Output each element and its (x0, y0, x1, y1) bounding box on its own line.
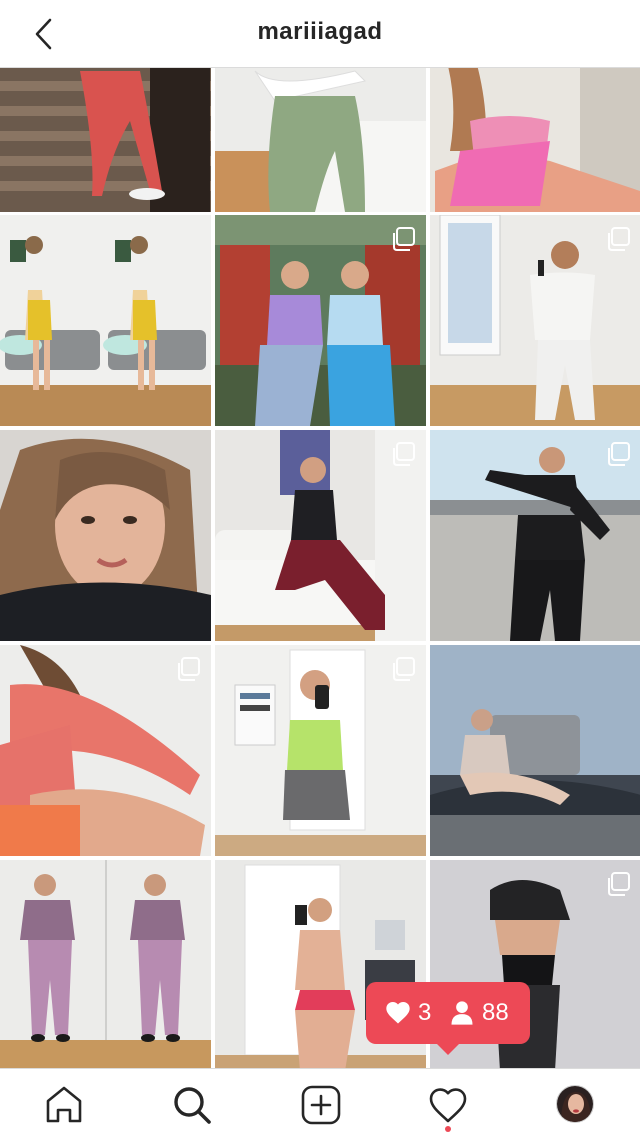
search-icon (174, 1087, 211, 1124)
post-photo (215, 68, 426, 212)
heart-icon (429, 1088, 467, 1123)
home-icon (46, 1086, 82, 1123)
post-photo (0, 430, 211, 641)
post-tile-8[interactable] (215, 430, 426, 641)
post-tile-11[interactable] (215, 645, 426, 856)
tab-new-post[interactable] (299, 1083, 343, 1127)
post-tile-12[interactable] (430, 645, 640, 856)
multiple-photos-icon (393, 657, 415, 681)
posts-grid (0, 68, 640, 1068)
profile-avatar (557, 1086, 593, 1122)
followers-count: 88 (482, 999, 509, 1026)
post-tile-10[interactable] (0, 645, 211, 856)
multiple-photos-icon (608, 872, 630, 896)
multiple-photos-icon (608, 227, 630, 251)
followers-count-item: 88 (448, 998, 509, 1028)
post-photo (430, 68, 640, 212)
post-tile-3[interactable] (430, 68, 640, 212)
post-tile-13[interactable] (0, 860, 211, 1068)
multiple-photos-icon (178, 657, 200, 681)
bubble-tail (436, 1043, 460, 1055)
new-post-icon (301, 1085, 341, 1125)
post-tile-7[interactable] (0, 430, 211, 641)
post-photo (0, 215, 211, 426)
likes-count: 3 (418, 999, 432, 1026)
post-photo (430, 645, 640, 856)
post-tile-4[interactable] (0, 215, 211, 426)
bottom-tab-bar (0, 1068, 640, 1138)
tab-search[interactable] (170, 1083, 214, 1127)
profile-username-title: mariiiagad (257, 18, 383, 45)
multiple-photos-icon (608, 442, 630, 466)
heart-filled-icon (386, 1002, 410, 1024)
activity-notification-dot (445, 1126, 451, 1132)
post-tile-9[interactable] (430, 430, 640, 641)
tab-profile-avatar[interactable] (556, 1085, 594, 1123)
activity-notification-bubble[interactable]: 3 88 (366, 982, 530, 1055)
multiple-photos-icon (393, 227, 415, 251)
post-tile-1[interactable] (0, 68, 211, 212)
tab-activity[interactable] (426, 1083, 470, 1127)
post-photo (0, 68, 211, 212)
person-icon (451, 1001, 473, 1025)
post-photo (0, 860, 211, 1068)
top-header: mariiiagad (0, 0, 640, 68)
post-tile-6[interactable] (430, 215, 640, 426)
likes-count-item: 3 (384, 998, 431, 1028)
post-tile-5[interactable] (215, 215, 426, 426)
tab-home[interactable] (42, 1083, 86, 1127)
post-tile-2[interactable] (215, 68, 426, 212)
multiple-photos-icon (393, 442, 415, 466)
